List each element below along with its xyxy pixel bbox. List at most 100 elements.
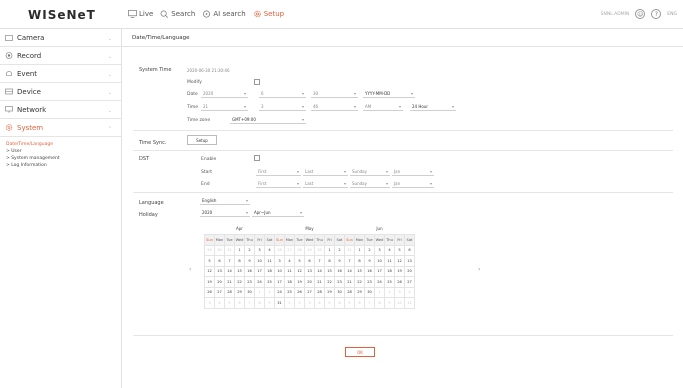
next-month-arrow-icon[interactable]: › [478, 266, 480, 273]
date-year-select[interactable]: 2020 ▾ [201, 89, 248, 98]
calendar-day[interactable]: 25 [285, 287, 295, 298]
sidebar-item-device[interactable]: Device ⌄ [0, 83, 121, 101]
calendar-day[interactable]: 29 [355, 287, 365, 298]
calendar-day[interactable]: 15 [355, 266, 365, 277]
calendar-day[interactable]: 9 [365, 256, 375, 267]
calendar-day[interactable]: 17 [275, 277, 285, 288]
calendar-day[interactable]: 21 [315, 277, 325, 288]
dst-end-month-select[interactable]: Jan ▾ [392, 179, 434, 188]
calendar-day[interactable]: 18 [385, 266, 395, 277]
calendar-day[interactable]: 6 [305, 256, 315, 267]
calendar-day[interactable]: 20 [215, 277, 225, 288]
calendar-day[interactable]: 15 [235, 266, 245, 277]
submenu-log-information[interactable]: > Log Information [6, 162, 121, 169]
calendar-day[interactable]: 24 [375, 277, 385, 288]
calendar-day[interactable]: 11 [285, 266, 295, 277]
sidebar-item-system[interactable]: System ⌃ [0, 119, 121, 137]
dst-start-day-select[interactable]: Sunday ▾ [350, 167, 390, 176]
submenu-user[interactable]: > User [6, 148, 121, 155]
calendar-day[interactable]: 5 [295, 256, 305, 267]
date-format-select[interactable]: YYYY-MM-DD ▾ [363, 89, 415, 98]
calendar-day[interactable]: 6 [215, 256, 225, 267]
timezone-select[interactable]: GMT+09:00 ▾ [230, 115, 306, 124]
calendar-day[interactable]: 16 [245, 266, 255, 277]
calendar-day[interactable]: 28 [315, 287, 325, 298]
calendar-day[interactable]: 14 [315, 266, 325, 277]
calendar-day[interactable]: 1 [325, 245, 335, 256]
calendar-day[interactable]: 19 [295, 277, 305, 288]
calendar-day[interactable]: 23 [365, 277, 375, 288]
submenu-system-management[interactable]: > System management [6, 155, 121, 162]
calendar-day[interactable]: 10 [255, 256, 265, 267]
calendar-day[interactable]: 27 [405, 277, 415, 288]
calendar-day[interactable]: 1 [235, 245, 245, 256]
time-ampm-select[interactable]: AM ▾ [363, 102, 403, 111]
calendar-day[interactable]: 8 [355, 256, 365, 267]
language-select[interactable]: English ▾ [200, 196, 250, 205]
calendar-day[interactable]: 20 [405, 266, 415, 277]
calendar-day[interactable]: 27 [215, 287, 225, 298]
calendar-day[interactable]: 6 [405, 245, 415, 256]
calendar-day[interactable]: 2 [245, 245, 255, 256]
calendar-day[interactable]: 3 [255, 245, 265, 256]
prev-month-arrow-icon[interactable]: ‹ [189, 266, 191, 273]
holiday-year-select[interactable]: 2020 ▾ [200, 208, 250, 217]
time-minute-select[interactable]: 3 ▾ [259, 102, 306, 111]
calendar-day[interactable]: 11 [385, 256, 395, 267]
calendar-day[interactable]: 5 [395, 245, 405, 256]
dst-enable-checkbox[interactable] [254, 155, 260, 161]
dst-start-last-select[interactable]: Last ▾ [303, 167, 348, 176]
sidebar-item-event[interactable]: Event ⌄ [0, 65, 121, 83]
calendar-day[interactable]: 13 [215, 266, 225, 277]
nav-live[interactable]: Live [128, 10, 153, 18]
calendar-day[interactable]: 12 [395, 256, 405, 267]
calendar-day[interactable]: 5 [205, 256, 215, 267]
calendar-day[interactable]: 27 [305, 287, 315, 298]
calendar-day[interactable]: 13 [305, 266, 315, 277]
calendar-day[interactable]: 22 [355, 277, 365, 288]
calendar-day[interactable]: 8 [325, 256, 335, 267]
calendar-day[interactable]: 4 [385, 245, 395, 256]
calendar-day[interactable]: 26 [205, 287, 215, 298]
calendar-day[interactable]: 7 [225, 256, 235, 267]
calendar-day[interactable]: 16 [365, 266, 375, 277]
calendar-day[interactable]: 26 [295, 287, 305, 298]
calendar-day[interactable]: 20 [305, 277, 315, 288]
ok-button[interactable]: OK [345, 347, 375, 357]
calendar-day[interactable]: 21 [345, 277, 355, 288]
calendar-day[interactable]: 18 [285, 277, 295, 288]
calendar-day[interactable]: 30 [365, 287, 375, 298]
calendar-day[interactable]: 2 [365, 245, 375, 256]
calendar-day[interactable]: 19 [395, 266, 405, 277]
calendar-day[interactable]: 3 [375, 245, 385, 256]
calendar-day[interactable]: 14 [225, 266, 235, 277]
dst-end-last-select[interactable]: Last ▾ [303, 179, 348, 188]
calendar-day[interactable]: 17 [375, 266, 385, 277]
calendar-day[interactable]: 12 [295, 266, 305, 277]
calendar-day[interactable]: 14 [345, 266, 355, 277]
calendar-day[interactable]: 10 [375, 256, 385, 267]
calendar-day[interactable]: 3 [275, 256, 285, 267]
dst-start-week-select[interactable]: First ▾ [256, 167, 301, 176]
calendar-day[interactable]: 9 [245, 256, 255, 267]
dst-end-day-select[interactable]: Sunday ▾ [350, 179, 390, 188]
calendar-day[interactable]: 10 [275, 266, 285, 277]
nav-ai-search[interactable]: AI search [202, 10, 246, 18]
date-day-select[interactable]: 30 ▾ [311, 89, 358, 98]
calendar-day[interactable]: 30 [245, 287, 255, 298]
user-icon[interactable]: ☺ [635, 9, 646, 19]
help-icon[interactable]: ? [651, 9, 662, 19]
calendar-day[interactable]: 29 [235, 287, 245, 298]
calendar-day[interactable]: 21 [225, 277, 235, 288]
calendar-day[interactable]: 8 [235, 256, 245, 267]
calendar-day[interactable]: 15 [325, 266, 335, 277]
calendar-day[interactable]: 13 [405, 256, 415, 267]
time-hour-select[interactable]: 21 ▾ [201, 102, 248, 111]
modify-checkbox[interactable] [254, 79, 260, 85]
calendar-day[interactable]: 7 [345, 256, 355, 267]
calendar-day[interactable]: 24 [275, 287, 285, 298]
submenu-date-time-language[interactable]: Date/Time/Language [6, 141, 121, 148]
calendar-day[interactable]: 4 [285, 256, 295, 267]
dst-end-week-select[interactable]: First ▾ [256, 179, 301, 188]
calendar-day[interactable]: 29 [325, 287, 335, 298]
